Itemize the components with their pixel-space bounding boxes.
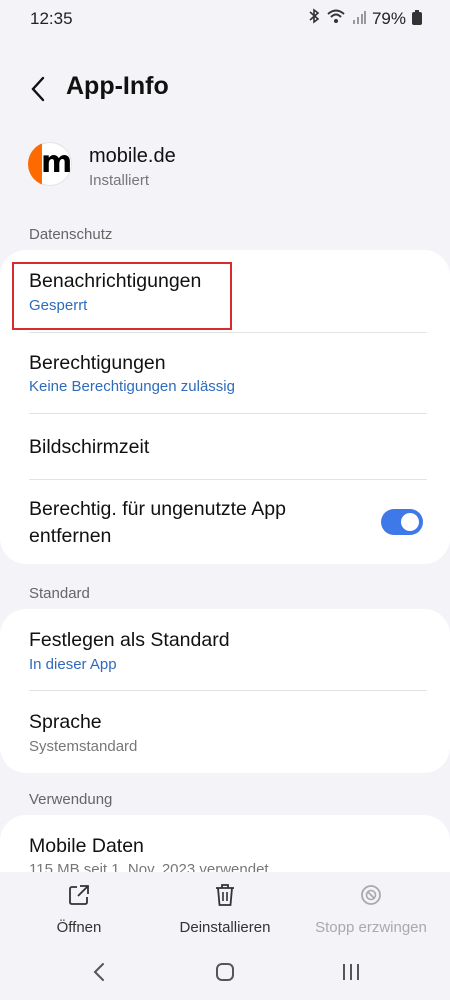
force-stop-button[interactable]: Stopp erzwingen (296, 872, 446, 936)
permissions-row[interactable]: Berechtigungen Keine Berechtigungen zulä… (0, 332, 450, 414)
open-button[interactable]: Öffnen (4, 872, 154, 936)
set-default-row[interactable]: Festlegen als Standard In dieser App (0, 609, 450, 691)
system-nav-bar (0, 945, 450, 1000)
nav-back-button[interactable] (90, 961, 110, 988)
status-bar: 12:35 79% (0, 0, 450, 40)
trash-icon (150, 880, 300, 910)
app-icon-accent (28, 142, 42, 186)
remove-permissions-toggle[interactable] (381, 509, 423, 535)
section-heading-usage: Verwendung (29, 791, 113, 808)
force-stop-label: Stopp erzwingen (315, 919, 427, 936)
section-heading-privacy: Datenschutz (29, 226, 113, 243)
wifi-icon (326, 8, 346, 29)
nav-recents-button[interactable] (340, 961, 362, 988)
section-heading-default: Standard (29, 585, 90, 602)
open-label: Öffnen (56, 919, 102, 936)
language-title: Sprache (29, 711, 102, 733)
nav-home-button[interactable] (214, 961, 236, 988)
nav-recents-icon (343, 964, 359, 980)
highlight-box (12, 262, 232, 330)
signal-icon (352, 9, 366, 29)
open-external-icon (4, 880, 154, 910)
permissions-value: Keine Berechtigungen zulässig (29, 378, 235, 395)
remove-permissions-title-line2: entfernen (29, 525, 112, 547)
bluetooth-icon (308, 8, 320, 29)
battery-icon (412, 10, 422, 25)
app-icon: m (28, 142, 72, 186)
app-install-status: Installiert (89, 172, 150, 189)
uninstall-button[interactable]: Deinstallieren (150, 872, 300, 936)
battery-percent: 79% (371, 8, 406, 28)
set-default-value: In dieser App (29, 656, 117, 673)
permissions-title: Berechtigungen (29, 352, 166, 374)
toggle-knob (401, 513, 419, 531)
page-title: App-Info (66, 72, 169, 100)
status-time: 12:35 (30, 9, 73, 28)
uninstall-label: Deinstallieren (179, 919, 271, 936)
chevron-left-icon (31, 76, 45, 102)
action-bar: Öffnen Deinstallieren Stopp erzwingen (0, 872, 450, 940)
default-card: Festlegen als Standard In dieser App Spr… (0, 609, 450, 773)
screen-time-row[interactable]: Bildschirmzeit (0, 414, 450, 480)
back-button[interactable] (25, 72, 55, 106)
nav-back-icon (93, 963, 104, 981)
remove-permissions-title-line1: Berechtig. für ungenutzte App (29, 498, 286, 520)
screen-time-title: Bildschirmzeit (29, 436, 150, 458)
language-row[interactable]: Sprache Systemstandard (0, 691, 450, 773)
nav-home-icon (216, 963, 234, 981)
stop-icon (296, 880, 446, 910)
mobile-data-title: Mobile Daten (29, 835, 144, 857)
language-value: Systemstandard (29, 738, 138, 755)
app-icon-letter: m (41, 145, 72, 180)
set-default-title: Festlegen als Standard (29, 629, 230, 651)
status-icons: 79% (308, 8, 422, 29)
app-name: mobile.de (89, 145, 176, 167)
